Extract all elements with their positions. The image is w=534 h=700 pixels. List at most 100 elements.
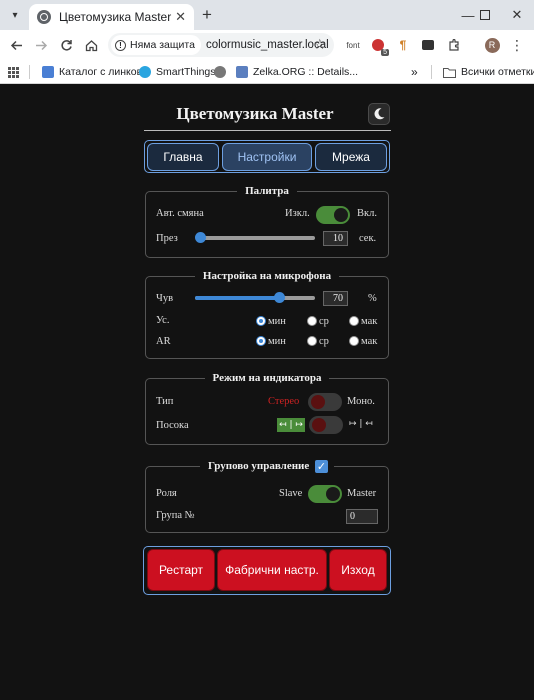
translate-extension-icon[interactable]: ¶ <box>395 37 411 53</box>
globe-icon <box>214 66 226 78</box>
apps-grid-icon[interactable] <box>8 64 19 80</box>
browser-tab-title: Цветомузика Master <box>59 10 172 24</box>
site-favicon-icon <box>37 10 51 24</box>
indicator-legend: Режим на индикатора <box>212 372 322 384</box>
exit-button[interactable]: Изход <box>329 549 387 591</box>
extension-badge-count: 5 <box>381 49 389 56</box>
bookmark-star-icon[interactable]: ☆ <box>313 36 326 53</box>
role-toggle[interactable] <box>308 485 342 503</box>
warning-icon: ! <box>115 39 126 51</box>
bookmark-label: SmartThings <box>156 66 216 78</box>
tab-settings[interactable]: Настройки <box>222 143 312 171</box>
role-label: Роля <box>156 488 177 499</box>
auto-change-label: Авт. смяна <box>156 208 204 219</box>
media-extension-icon[interactable] <box>420 37 436 53</box>
all-bookmarks-label: Всички отметки <box>461 66 534 78</box>
security-label: Няма защита <box>130 39 195 51</box>
window-close-icon[interactable]: ✕ <box>500 0 534 30</box>
bookmarks-divider <box>29 65 30 79</box>
profile-avatar[interactable]: R <box>484 37 500 53</box>
ar-min-radio[interactable] <box>256 336 266 346</box>
exit-button-label: Изход <box>341 563 375 577</box>
url-text[interactable]: colormusic_master.local <box>206 39 329 51</box>
ar-label: AR <box>156 336 171 347</box>
font-extension-icon[interactable]: font <box>344 37 362 53</box>
mono-label: Моно. <box>347 396 375 407</box>
tab-label: Главна <box>163 150 203 164</box>
direction-outward-label: ↦ | ↤ <box>349 419 373 429</box>
home-icon[interactable] <box>80 34 102 56</box>
tab-label: Настройки <box>237 150 297 164</box>
slider-thumb[interactable] <box>274 292 285 303</box>
tab-close-icon[interactable]: ✕ <box>175 9 186 25</box>
back-icon[interactable] <box>5 34 27 56</box>
interval-value-field[interactable]: 10 <box>323 231 348 246</box>
toggle-knob <box>312 418 326 432</box>
bookmark-catalog[interactable]: Каталог с линкове <box>42 64 148 80</box>
direction-toggle[interactable] <box>309 416 343 434</box>
restart-button[interactable]: Рестарт <box>147 549 215 591</box>
gain-max-label: мак <box>361 316 378 327</box>
factory-reset-button-label: Фабрични настр. <box>225 563 319 577</box>
tab-label: Мрежа <box>332 150 370 164</box>
interval-slider[interactable] <box>195 232 315 243</box>
browser-tab-strip: ▾ Цветомузика Master ✕ + — ✕ <box>0 0 534 30</box>
palette-group: Палитра <box>145 185 389 258</box>
group-number-field[interactable]: 0 <box>346 509 378 524</box>
tab-search-chevron-icon[interactable]: ▾ <box>5 5 25 25</box>
ar-max-radio[interactable] <box>349 336 359 346</box>
palette-legend: Палитра <box>245 185 289 197</box>
bookmark-globe[interactable] <box>214 64 231 80</box>
auto-change-toggle[interactable] <box>316 206 350 224</box>
sensitivity-value-field[interactable]: 70 <box>323 291 348 306</box>
slider-thumb[interactable] <box>195 232 206 243</box>
new-tab-icon[interactable]: + <box>198 6 216 24</box>
direction-inward-label: ↤ | ↦ <box>277 418 305 432</box>
bookmarks-overflow-label: » <box>411 65 418 79</box>
toggle-knob <box>334 208 348 222</box>
auto-on-label: Вкл. <box>357 208 377 219</box>
direction-label: Посока <box>156 420 189 431</box>
gain-max-radio[interactable] <box>349 316 359 326</box>
bookmarks-overflow-icon[interactable]: » <box>411 64 418 80</box>
gain-mid-label: ср <box>319 316 329 327</box>
moon-icon <box>374 108 385 120</box>
forward-icon[interactable] <box>30 34 52 56</box>
page-title: Цветомузика Master <box>176 104 334 123</box>
group-control-checkbox[interactable]: ✓ <box>315 460 328 473</box>
address-bar[interactable]: ! Няма защита colormusic_master.local ☆ <box>108 33 334 57</box>
bookmarks-bar: Каталог с линкове SmartThings Zelka.ORG … <box>0 60 534 84</box>
bookmark-folder-icon <box>42 66 54 78</box>
gain-mid-radio[interactable] <box>307 316 317 326</box>
ar-mid-radio[interactable] <box>307 336 317 346</box>
gain-min-radio[interactable] <box>256 316 266 326</box>
bookmark-label: Zelka.ORG :: Details... <box>253 66 359 78</box>
tab-main[interactable]: Главна <box>147 143 219 171</box>
indicator-type-toggle[interactable] <box>308 393 342 411</box>
group-number-label: Група № <box>156 510 195 521</box>
factory-reset-button[interactable]: Фабрични настр. <box>217 549 327 591</box>
bookmark-label: Каталог с линкове <box>59 66 148 78</box>
mic-legend: Настройка на микрофона <box>202 270 332 282</box>
toggle-knob <box>311 395 325 409</box>
master-label: Master <box>347 488 377 499</box>
sensitivity-slider[interactable] <box>195 292 315 303</box>
extension-badge-icon[interactable]: 5 <box>369 37 389 56</box>
tab-network[interactable]: Мрежа <box>315 143 387 171</box>
maximize-icon[interactable] <box>468 0 502 30</box>
security-chip[interactable]: ! Няма защита <box>111 35 201 55</box>
browser-tab[interactable]: Цветомузика Master ✕ <box>29 4 194 30</box>
extensions-puzzle-icon[interactable] <box>446 37 462 53</box>
indicator-type-label: Тип <box>156 396 174 407</box>
bookmark-smartthings[interactable]: SmartThings <box>139 64 216 80</box>
theme-toggle-button[interactable] <box>368 103 390 125</box>
folder-icon <box>443 67 456 78</box>
toggle-knob <box>326 487 340 501</box>
bookmark-zelka[interactable]: Zelka.ORG :: Details... <box>236 64 358 80</box>
browser-menu-icon[interactable]: ⋮ <box>510 37 524 53</box>
reload-icon[interactable] <box>55 34 77 56</box>
all-bookmarks-folder[interactable]: Всички отметки <box>443 64 534 80</box>
auto-off-label: Изкл. <box>285 208 310 219</box>
sensitivity-label: Чув <box>156 293 174 304</box>
interval-label: През <box>156 233 178 244</box>
